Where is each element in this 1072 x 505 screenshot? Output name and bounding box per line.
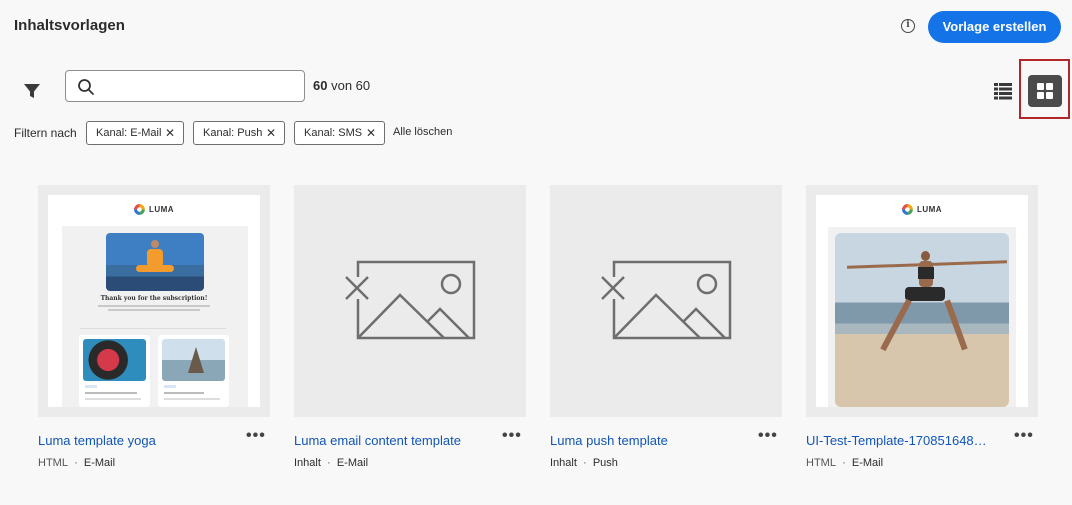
remove-chip-icon[interactable]: ✕ — [165, 122, 175, 144]
result-count: 60 von 60 — [313, 78, 371, 93]
template-thumbnail[interactable] — [294, 185, 526, 417]
template-thumbnail[interactable] — [550, 185, 782, 417]
luma-logo: LUMA — [901, 204, 942, 215]
search-input[interactable] — [102, 75, 298, 97]
template-meta: Inhalt · Push — [550, 457, 618, 469]
filter-icon[interactable] — [23, 82, 41, 100]
remove-chip-icon[interactable]: ✕ — [366, 122, 376, 144]
email-yoga-pose-preview: LUMA — [816, 195, 1028, 407]
more-actions-button[interactable]: ••• — [1014, 428, 1034, 444]
filter-chip-push[interactable]: Kanal: Push ✕ — [193, 121, 285, 145]
template-title[interactable]: Luma push template — [550, 433, 668, 448]
template-meta: Inhalt · E-Mail — [294, 457, 369, 469]
more-actions-button[interactable]: ••• — [246, 428, 266, 444]
email-yoga-preview: LUMA Thank you for the subscription! — [48, 195, 260, 407]
info-icon[interactable]: i — [901, 19, 915, 33]
template-title[interactable]: Luma email content template — [294, 433, 461, 448]
search-field[interactable] — [65, 70, 305, 102]
page-title: Inhaltsvorlagen — [14, 17, 125, 34]
filter-label: Filtern nach — [14, 126, 77, 140]
search-icon — [78, 79, 94, 95]
luma-logo: LUMA — [133, 204, 174, 215]
template-thumbnail[interactable]: LUMA Thank you for the subscription! — [38, 185, 270, 417]
filter-chip-email[interactable]: Kanal: E-Mail ✕ — [86, 121, 184, 145]
list-view-icon[interactable] — [994, 82, 1012, 100]
more-actions-button[interactable]: ••• — [758, 428, 778, 444]
template-title[interactable]: UI-Test-Template-170851648906... — [806, 433, 992, 448]
template-title[interactable]: Luma template yoga — [38, 433, 156, 448]
remove-chip-icon[interactable]: ✕ — [266, 122, 276, 144]
template-thumbnail[interactable]: LUMA — [806, 185, 1038, 417]
placeholder-image-icon — [601, 260, 732, 340]
template-meta: HTML · E-Mail — [806, 457, 884, 469]
more-actions-button[interactable]: ••• — [502, 428, 522, 444]
filter-chip-sms[interactable]: Kanal: SMS ✕ — [294, 121, 385, 145]
placeholder-image-icon — [345, 260, 476, 340]
template-meta: HTML · E-Mail — [38, 457, 116, 469]
grid-view-button[interactable] — [1028, 75, 1062, 107]
clear-all-link[interactable]: Alle löschen — [393, 126, 452, 138]
create-template-button[interactable]: Vorlage erstellen — [928, 11, 1061, 43]
